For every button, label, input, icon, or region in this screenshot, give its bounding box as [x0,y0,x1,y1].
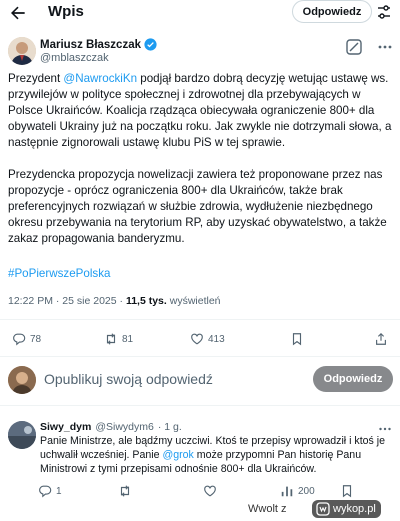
tweet-time[interactable]: 12:22 PM [8,295,53,307]
reply-author-name[interactable]: Siwy_dym [40,421,91,433]
divider [0,319,400,320]
tweet-paragraph-1: Prezydent @NawrockiKn podjął bardzo dobr… [8,72,392,149]
reply-views-action[interactable]: 200 [280,484,315,498]
mention-link[interactable]: @NawrockiKn [63,72,137,85]
grok-icon[interactable] [346,39,362,55]
header-reply-button[interactable]: Odpowiedz [292,0,372,23]
repost-icon [106,333,116,345]
reply-icon [39,485,52,498]
author-name[interactable]: Mariusz Błaszczak [40,38,157,51]
reply-view-count: 200 [298,485,315,497]
reply-repost-action[interactable] [118,484,132,498]
bookmark-action[interactable] [290,332,304,346]
reply-count: 78 [30,333,42,345]
view-count: 11,5 tys. [125,295,167,307]
reply-action[interactable]: 78 [12,332,41,346]
tweet-hashtag-line: #PoPierwszePolska [8,266,396,282]
tweet-date[interactable]: 25 sie 2025 [62,295,116,307]
back-arrow-icon[interactable] [8,3,28,23]
watermark-prefix: Wwolt z [248,503,287,515]
reply-author-handle[interactable]: @Siwydym6 [95,421,154,433]
reply-actions: 1 200 [0,483,400,499]
heart-icon [204,485,216,497]
heart-icon [191,333,203,345]
repost-icon [120,485,130,497]
verified-badge-icon [144,38,157,51]
hashtag-link[interactable]: #PoPierwszePolska [8,267,110,280]
tweet-actions: 78 81 413 [0,329,400,349]
divider [0,356,400,357]
reply-input[interactable]: Opublikuj swoją odpowiedź [44,371,213,387]
reply-reply-action[interactable]: 1 [38,484,62,498]
reply-age: · 1 g. [157,421,182,433]
share-action[interactable] [374,332,388,346]
wykop-logo-icon [316,502,330,516]
tweet-paragraph-2: Prezydencka propozycja nowelizacji zawie… [8,168,387,245]
watermark-brand: wykop.pl [333,503,376,515]
like-action[interactable]: 413 [190,332,225,346]
tweet-meta: 12:22 PM · 25 sie 2025 · 11,5 tys. wyświ… [8,295,221,307]
views-icon [281,486,293,497]
reply-reply-count: 1 [56,485,62,497]
my-avatar[interactable] [8,366,36,394]
mention-link[interactable]: @grok [162,449,193,461]
bookmark-icon [342,485,352,498]
reply-like-action[interactable] [203,484,217,498]
page-title: Wpis [48,3,84,20]
reply-bookmark-action[interactable] [340,484,354,498]
share-icon [376,332,386,345]
author-name-text: Mariusz Błaszczak [40,38,141,51]
reply-icon [13,333,26,346]
top-bar: Wpis Odpowiedz [0,0,400,26]
reply-submit-button[interactable]: Odpowiedz [313,366,393,392]
author-handle[interactable]: @mblaszczak [40,52,109,64]
more-options-icon[interactable] [377,40,393,54]
reply-avatar[interactable] [8,421,36,449]
repost-count: 81 [122,333,134,345]
watermark: wykop.pl [312,500,381,518]
sliders-icon[interactable] [376,4,392,20]
divider [0,405,400,406]
avatar[interactable] [8,37,36,65]
reply-header: Siwy_dym @Siwydym6 · 1 g. [40,421,182,433]
bookmark-icon [292,333,302,346]
reply-text: Panie Ministrze, ale bądźmy uczciwi. Kto… [40,435,386,475]
repost-action[interactable]: 81 [104,332,133,346]
like-count: 413 [208,333,225,345]
